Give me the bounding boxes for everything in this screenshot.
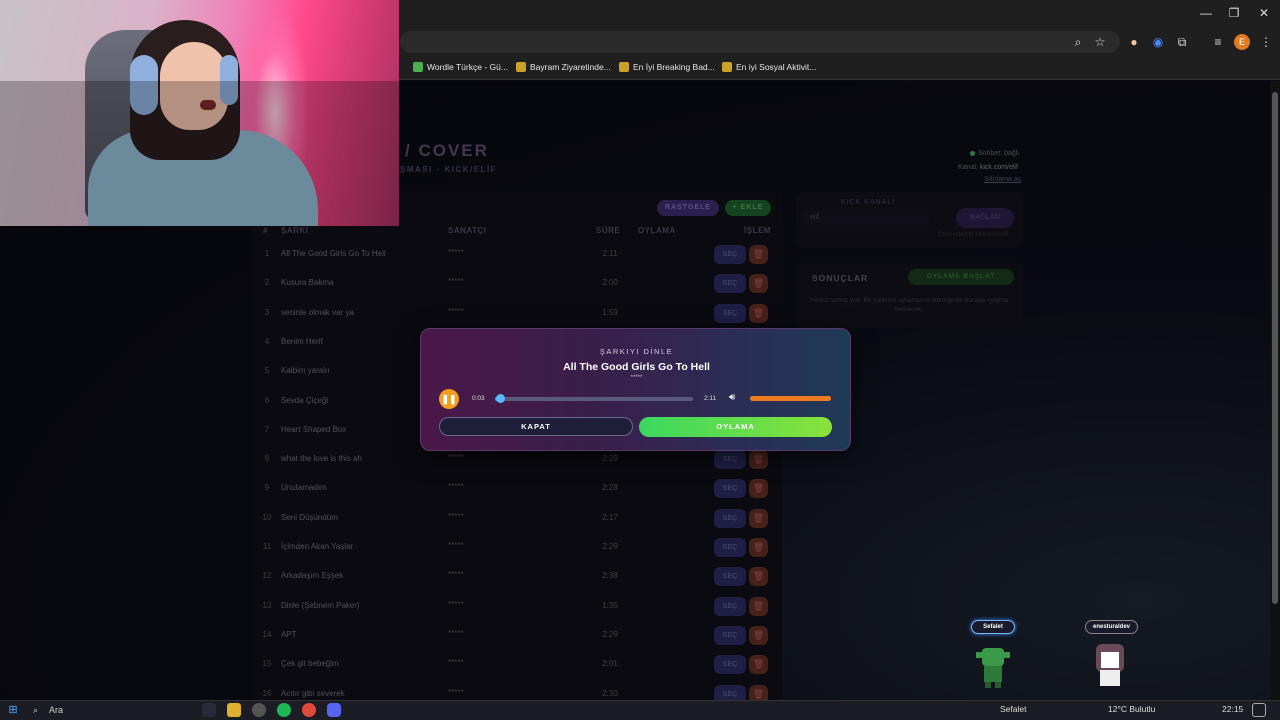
bookmark-icon <box>516 62 526 72</box>
avatar-name-tag: Sefalet <box>971 620 1015 634</box>
bookmark-star-icon[interactable]: ☆ <box>1092 34 1108 50</box>
vote-button[interactable]: OYLAMA <box>639 417 832 437</box>
bookmark-sosyal[interactable]: En iyi Sosyal Aktivit... <box>722 60 816 74</box>
listen-modal: ŞARKIYI DİNLE All The Good Girls Go To H… <box>420 328 851 451</box>
tray-user: Sefalet <box>1000 704 1027 714</box>
puzzle-icon[interactable]: ⧉ <box>1174 34 1190 50</box>
file-explorer-icon[interactable] <box>227 703 241 717</box>
extension-icon[interactable]: ◉ <box>1150 34 1166 50</box>
pause-icon: ❚❚ <box>441 394 457 404</box>
search-icon: ⌕ <box>33 705 39 715</box>
scrollbar-thumb[interactable] <box>1272 92 1278 604</box>
menu-icon[interactable]: ⋮ <box>1258 34 1274 50</box>
bookmark-bayram[interactable]: Bayram Ziyaretinde... <box>516 60 611 74</box>
windows-taskbar <box>0 700 1280 720</box>
modal-label: ŞARKIYI DİNLE <box>599 347 674 356</box>
notifications-icon[interactable] <box>1252 703 1266 717</box>
volume-slider[interactable] <box>750 396 831 401</box>
modal-artist: ***** <box>630 375 643 381</box>
task-view-icon[interactable] <box>202 703 216 717</box>
media-icon[interactable]: ≡ <box>1210 34 1226 50</box>
extension-icon[interactable]: ● <box>1126 34 1142 50</box>
windows-start-icon[interactable]: ⊞ <box>6 703 20 717</box>
avatar-name-tag: enesturaldev <box>1085 620 1138 634</box>
clock[interactable]: 22:15 <box>1222 704 1243 714</box>
restore-icon[interactable]: ❐ <box>1224 6 1244 22</box>
weather[interactable]: 12°C Bulutlu <box>1108 704 1155 714</box>
duration: 2:11 <box>704 395 717 402</box>
current-time: 0:03 <box>472 395 485 402</box>
bookmark-icon <box>722 62 732 72</box>
address-bar[interactable] <box>400 31 1120 53</box>
discord-icon[interactable] <box>327 703 341 717</box>
goblin-avatar <box>976 644 1010 688</box>
bookmark-icon <box>619 62 629 72</box>
wordle-icon <box>413 62 423 72</box>
zoom-icon[interactable]: ⌕ <box>1070 34 1086 50</box>
seek-handle[interactable] <box>495 394 505 403</box>
screen: — ❐ ✕ ⌕ ☆ ● ◉ ⧉ ≡ E ⋮ Wordle Türkçe - Gü… <box>0 0 1280 720</box>
volume-fill <box>750 396 831 401</box>
profile-icon[interactable]: E <box>1234 34 1250 50</box>
minimize-icon[interactable]: — <box>1196 6 1216 22</box>
taskbar-search[interactable]: ⌕ Ara <box>25 702 155 718</box>
chrome-icon[interactable] <box>302 703 316 717</box>
bookmark-wordle[interactable]: Wordle Türkçe - Gü... <box>413 60 508 74</box>
volume-icon[interactable]: 🔊︎ <box>729 392 735 403</box>
close-icon[interactable]: ✕ <box>1254 6 1274 22</box>
bookmark-breaking-bad[interactable]: En İyi Breaking Bad... <box>619 60 715 74</box>
app-icon[interactable] <box>252 703 266 717</box>
pause-button[interactable]: ❚❚ <box>439 389 459 409</box>
modal-song-title: All The Good Girls Go To Hell <box>563 361 710 373</box>
seek-bar[interactable] <box>495 394 693 403</box>
spotify-icon[interactable] <box>277 703 291 717</box>
girl-avatar <box>1092 644 1128 688</box>
close-button[interactable]: KAPAT <box>439 417 633 436</box>
